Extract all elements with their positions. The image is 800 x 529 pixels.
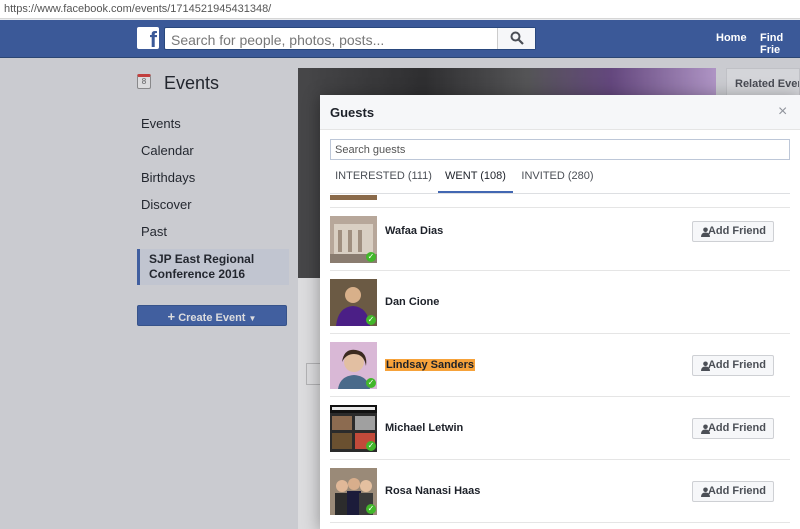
global-search-input[interactable]	[165, 28, 505, 51]
went-check-icon: ✓	[366, 504, 376, 514]
person-add-icon	[701, 424, 710, 434]
guest-photo[interactable]: ✓	[330, 468, 377, 515]
dialog-title: Guests	[330, 105, 375, 120]
list-item	[330, 195, 790, 208]
tab-interested[interactable]: INTERESTED (111)	[330, 164, 437, 193]
guests-dialog: Guests × INTERESTED (111) WENT (108) INV…	[320, 95, 800, 529]
global-search[interactable]	[164, 27, 536, 51]
search-button[interactable]	[497, 28, 535, 49]
guest-row-michael-letwin: ✓ Michael Letwin Add Friend	[330, 397, 790, 460]
add-friend-label: Add Friend	[707, 225, 766, 237]
browser-url-bar[interactable]: https://www.facebook.com/events/17145219…	[0, 0, 800, 19]
went-check-icon: ✓	[366, 378, 376, 388]
guest-row-dan-cione: ✓ Dan Cione	[330, 271, 790, 334]
guest-name[interactable]: Rosa Nanasi Haas	[385, 485, 480, 497]
add-friend-button[interactable]: Add Friend	[692, 221, 774, 242]
guest-photo[interactable]: ✓	[330, 216, 377, 263]
find-friends-link[interactable]: Find Frie	[760, 32, 800, 56]
guest-photo[interactable]: ✓	[330, 342, 377, 389]
guest-tabs: INTERESTED (111) WENT (108) INVITED (280…	[330, 164, 790, 194]
guest-row-lindsay-sanders: ✓ Lindsay Sanders Add Friend	[330, 334, 790, 397]
add-friend-label: Add Friend	[707, 422, 766, 434]
guest-search-input[interactable]	[330, 139, 790, 160]
add-friend-button[interactable]: Add Friend	[692, 481, 774, 502]
guest-photo[interactable]: ✓	[330, 279, 377, 326]
guest-photo	[330, 195, 377, 200]
tab-went[interactable]: WENT (108)	[438, 164, 513, 193]
went-check-icon: ✓	[366, 252, 376, 262]
search-icon	[510, 31, 524, 45]
guest-list[interactable]: ✓ Wafaa Dias Add Friend ✓ Dan Cione ✓ Li…	[330, 195, 790, 529]
tab-invited[interactable]: INVITED (280)	[514, 164, 601, 193]
guest-row-wafaa-dias: ✓ Wafaa Dias Add Friend	[330, 208, 790, 271]
guest-name[interactable]: Lindsay Sanders	[385, 359, 476, 371]
person-add-icon	[701, 227, 710, 237]
facebook-logo-icon[interactable]: f	[137, 27, 159, 49]
guest-name[interactable]: Dan Cione	[385, 296, 439, 308]
went-check-icon: ✓	[366, 315, 376, 325]
add-friend-button[interactable]: Add Friend	[692, 418, 774, 439]
add-friend-label: Add Friend	[707, 485, 766, 497]
went-check-icon: ✓	[366, 441, 376, 451]
close-icon[interactable]: ×	[778, 103, 787, 121]
guest-row-rosa-nanasi-haas: ✓ Rosa Nanasi Haas Add Friend	[330, 460, 790, 523]
guest-name[interactable]: Michael Letwin	[385, 422, 463, 434]
person-add-icon	[701, 361, 710, 371]
person-add-icon	[701, 487, 710, 497]
guests-dialog-header: Guests ×	[320, 95, 800, 130]
add-friend-label: Add Friend	[707, 359, 766, 371]
guest-name[interactable]: Wafaa Dias	[385, 225, 443, 237]
facebook-top-bar: f Home Find Frie	[0, 20, 800, 58]
home-link[interactable]: Home	[716, 32, 747, 44]
add-friend-button[interactable]: Add Friend	[692, 355, 774, 376]
guest-photo[interactable]: ✓	[330, 405, 377, 452]
